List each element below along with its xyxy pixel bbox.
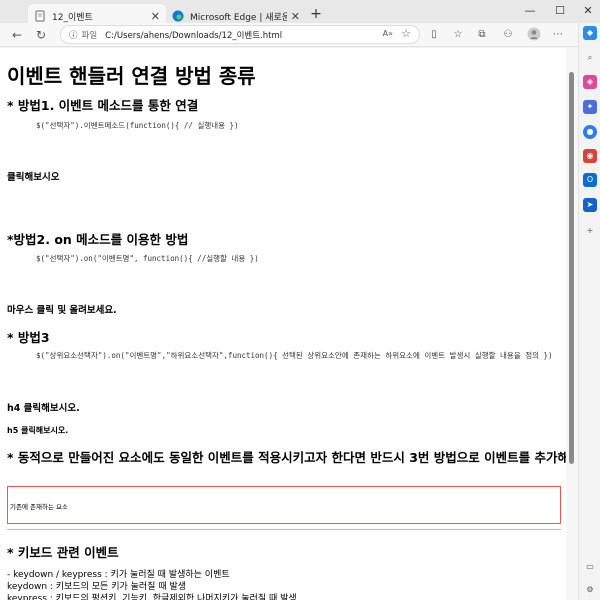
office-icon[interactable]: ◉ bbox=[583, 149, 597, 163]
sidebar-layout-icon[interactable]: ▭ bbox=[583, 560, 597, 574]
code-method2: $("선택자").on("이벤트명", function(){ //실행할 내용… bbox=[36, 254, 259, 263]
heading-method2: *방법2. on 메소드를 이용한 방법 bbox=[7, 232, 189, 247]
refresh-icon[interactable]: ↻ bbox=[32, 26, 50, 44]
click-target-1[interactable]: 클릭해보시오 bbox=[7, 169, 59, 183]
heading-keyboard: * 키보드 관련 이벤트 bbox=[7, 545, 119, 560]
heading-method3: * 방법3 bbox=[7, 330, 50, 345]
read-aloud-icon[interactable]: A» bbox=[383, 29, 393, 38]
outlook-icon[interactable]: O bbox=[583, 173, 597, 187]
settings-gear-icon[interactable]: ⚙ bbox=[583, 583, 597, 597]
close-tab-icon[interactable]: ✕ bbox=[151, 10, 160, 23]
address-bar[interactable]: ⓘ 파일 C:/Users/ahens/Downloads/12_이벤트.htm… bbox=[60, 25, 420, 44]
code-method3: $("상위요소선택자").on("이벤트명","하위요소선택자",functio… bbox=[36, 351, 553, 360]
scrollbar-thumb[interactable] bbox=[569, 72, 574, 464]
tab-label: 12_이벤트 bbox=[52, 12, 93, 23]
favorite-star-icon[interactable]: ☆ bbox=[401, 27, 411, 40]
games-icon[interactable]: ● bbox=[583, 125, 597, 139]
maximize-button[interactable]: ☐ bbox=[546, 2, 574, 20]
add-icon[interactable]: + bbox=[583, 224, 597, 238]
close-tab-icon[interactable]: ✕ bbox=[291, 10, 300, 23]
minimize-button[interactable]: — bbox=[516, 2, 544, 20]
profile-avatar[interactable] bbox=[526, 27, 542, 43]
shopping-icon[interactable]: ◈ bbox=[583, 75, 597, 89]
navigation-bar: ← ↻ ⓘ 파일 C:/Users/ahens/Downloads/12_이벤트… bbox=[0, 23, 600, 47]
file-label: 파일 bbox=[81, 30, 98, 41]
page-content: 이벤트 핸들러 연결 방법 종류 * 방법1. 이벤트 메소드를 통한 연결 $… bbox=[0, 48, 566, 600]
back-icon[interactable]: ← bbox=[8, 26, 26, 44]
code-method1: $("선택자").이벤트메소드(function(){ // 실행내용 }) bbox=[36, 121, 239, 130]
info-icon[interactable]: ⓘ bbox=[69, 29, 78, 41]
tools-icon[interactable]: ✦ bbox=[583, 100, 597, 114]
keyboard-line-3: keypress : 키보드의 펑션키, 기능키, 한글제외한 나머지키가 눌러… bbox=[7, 594, 297, 600]
extensions-icon[interactable]: ⚇ bbox=[500, 27, 516, 43]
tab-label: Microsoft Edge | 새로운 기능 bbox=[190, 12, 287, 23]
edge-icon bbox=[172, 10, 184, 22]
search-icon[interactable]: ⌕ bbox=[583, 51, 597, 65]
favorites-icon[interactable]: ☆ bbox=[450, 27, 466, 43]
mouse-target[interactable]: 마우스 클릭 및 올려보세요. bbox=[7, 302, 117, 316]
page-title: 이벤트 핸들러 연결 방법 종류 bbox=[7, 64, 256, 88]
browser-window: 12_이벤트 ✕ Microsoft Edge | 새로운 기능 ✕ + — ☐… bbox=[0, 0, 600, 600]
more-menu-icon[interactable]: ⋯ bbox=[550, 27, 566, 43]
split-screen-icon[interactable]: ▯ bbox=[426, 27, 442, 43]
edge-sidebar: ◆ ⌕ ◈ ✦ ● ◉ O ➤ + ▭ ⚙ bbox=[578, 23, 600, 600]
collections-icon[interactable]: ⧉ bbox=[474, 27, 490, 43]
divider bbox=[7, 529, 561, 530]
existing-element-text: 기존에 존재하는 요소 bbox=[10, 503, 68, 511]
heading-dynamic: * 동적으로 만들어진 요소에도 동일한 이벤트를 적용시키고자 한다면 반드시… bbox=[7, 450, 566, 465]
send-icon[interactable]: ➤ bbox=[583, 198, 597, 212]
existing-element-box[interactable]: 기존에 존재하는 요소 bbox=[7, 486, 561, 524]
copilot-icon[interactable]: ◆ bbox=[583, 26, 597, 40]
heading-method1: * 방법1. 이벤트 메소드를 통한 연결 bbox=[7, 98, 199, 113]
url-text: C:/Users/ahens/Downloads/12_이벤트.html bbox=[105, 30, 283, 41]
new-tab-button[interactable]: + bbox=[308, 6, 324, 22]
h4-click-target[interactable]: h4 클릭해보시오. bbox=[7, 400, 80, 414]
close-window-button[interactable]: ✕ bbox=[574, 2, 600, 20]
h5-click-target[interactable]: h5 클릭해보시오. bbox=[7, 425, 68, 436]
page-icon bbox=[34, 10, 46, 22]
